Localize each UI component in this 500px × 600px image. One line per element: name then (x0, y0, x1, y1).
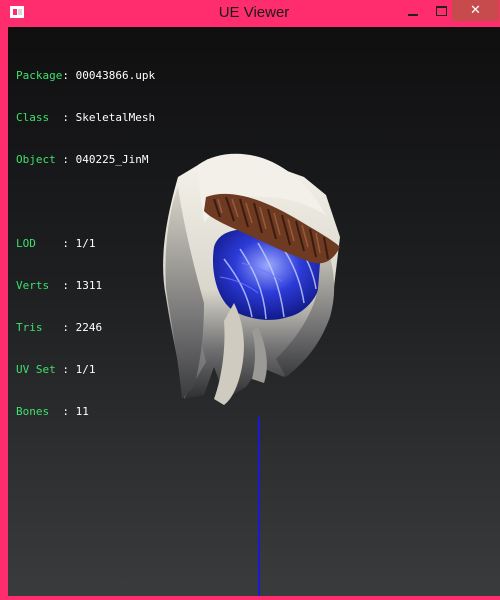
title-bar[interactable]: UE Viewer ✕ (4, 0, 500, 27)
3d-viewport[interactable]: Package: 00043866.upk Class : SkeletalMe… (8, 27, 500, 596)
close-button[interactable]: ✕ (452, 0, 499, 21)
bone-axis-line (258, 417, 260, 596)
minimize-icon (408, 14, 418, 16)
maximize-button[interactable] (428, 1, 454, 21)
minimize-button[interactable] (400, 1, 426, 21)
maximize-icon (435, 6, 447, 16)
skeletal-mesh-render (163, 153, 340, 405)
close-icon: ✕ (470, 3, 481, 18)
app-window: UE Viewer ✕ Package: 00043866.upk Class … (0, 0, 500, 600)
